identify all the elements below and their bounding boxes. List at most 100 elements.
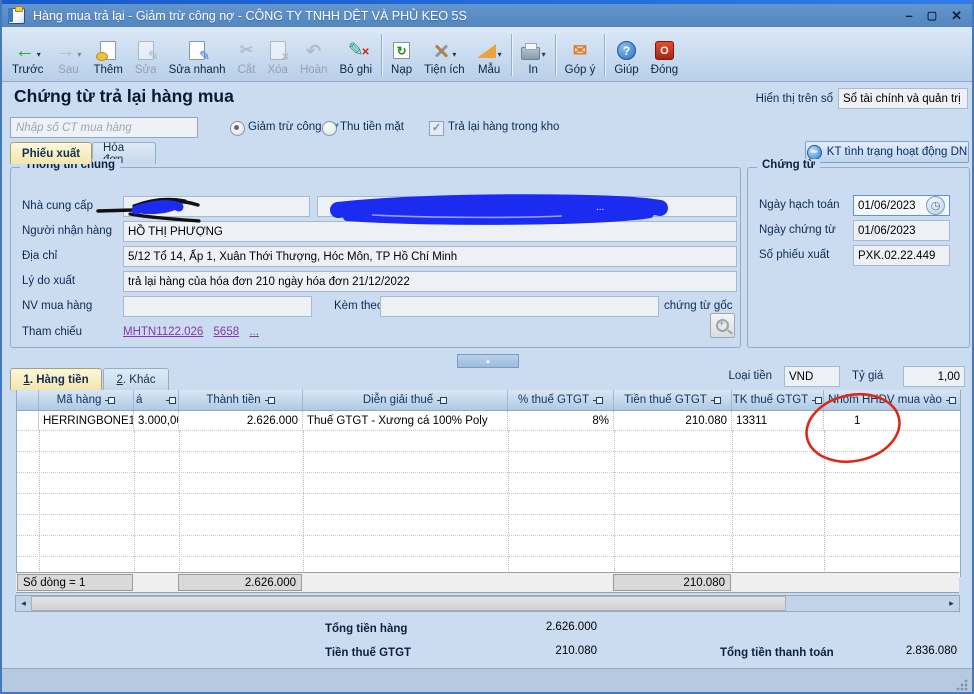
reference-link-2[interactable]: 5658 <box>214 326 240 338</box>
col-header-pct-thue[interactable]: % thuế GTGT <box>508 390 614 410</box>
checkbox-return-in-stock[interactable]: ✓ <box>429 121 444 136</box>
empty-row[interactable] <box>17 452 960 473</box>
toolbar-button-print[interactable]: ▾ In <box>515 36 552 78</box>
globe-icon <box>807 145 822 160</box>
address-label: Địa chỉ <box>22 246 57 267</box>
magnifier-plus-icon <box>716 319 729 332</box>
clock-icon[interactable]: ◷ <box>926 196 945 215</box>
dropdown-caret-icon[interactable]: ▾ <box>498 50 502 59</box>
toolbar-button-help[interactable]: ? Giúp <box>608 36 644 78</box>
doc-date-field[interactable]: 01/06/2023 <box>853 220 950 241</box>
tab-hang-tien[interactable]: 1. Hàng tiền <box>10 368 102 390</box>
radio-cash-receipt[interactable] <box>322 121 337 136</box>
pin-icon[interactable] <box>437 396 447 404</box>
supplier-code-field[interactable] <box>123 196 310 217</box>
dropdown-caret-icon[interactable]: ▾ <box>37 50 41 59</box>
horizontal-scrollbar[interactable]: ◂ ▸ <box>15 595 960 612</box>
grid-empty-area[interactable] <box>17 431 960 577</box>
splitter-collapse-button[interactable]: ▲ <box>457 354 519 368</box>
toolbar-button-feedback[interactable]: ✉ Góp ý <box>559 36 602 78</box>
delete-document-icon: ✕ <box>270 41 286 60</box>
toolbar-button-add[interactable]: Thêm <box>87 36 128 78</box>
scrollbar-thumb[interactable] <box>31 596 786 611</box>
attach-label: Kèm theo <box>334 296 383 317</box>
address-field[interactable]: 5/12 Tổ 14, Ấp 1, Xuân Thới Thượng, Hóc … <box>123 246 737 267</box>
toolbar-button-back[interactable]: ←▾ Trước <box>6 36 49 78</box>
attach-field[interactable] <box>380 296 659 317</box>
cell-tien-thue[interactable]: 210.080 <box>614 411 732 431</box>
cell-dien-giai-thue[interactable]: Thuế GTGT - Xương cá 100% Poly <box>303 411 508 431</box>
exchange-rate-field[interactable]: 1,00 <box>903 366 965 387</box>
cell-don-gia[interactable]: 3.000,00 <box>134 411 179 431</box>
empty-row[interactable] <box>17 515 960 536</box>
reference-zoom-button[interactable] <box>710 313 735 338</box>
scroll-right-icon[interactable]: ▸ <box>944 596 959 611</box>
dropdown-caret-icon[interactable]: ▾ <box>452 50 456 59</box>
tab-phieu-xuat[interactable]: Phiếu xuất <box>10 142 92 164</box>
pin-icon[interactable] <box>265 396 275 404</box>
toolbar-button-edit: ✎ Sửa <box>129 36 163 78</box>
col-header-nhom-hhdv[interactable]: Nhóm HHDV mua vào <box>824 390 960 410</box>
row-gutter[interactable] <box>17 411 39 431</box>
reference-link-1[interactable]: MHTN1122.026 <box>123 326 203 338</box>
toolbar-separator <box>381 34 382 76</box>
cell-ma-hang[interactable]: HERRINGBONE100 <box>39 411 134 431</box>
empty-row[interactable] <box>17 536 960 557</box>
tab-khac[interactable]: 2. Khác <box>103 368 169 390</box>
toolbar-button-close[interactable]: O Đóng <box>645 36 685 78</box>
envelope-icon: ✉ <box>573 42 587 60</box>
toolbar-button-template[interactable]: ▾ Mẫu <box>471 36 508 78</box>
col-header-don-gia[interactable]: á <box>134 390 179 410</box>
toolbar-button-quick-edit[interactable]: ✎ Sửa nhanh <box>163 36 232 78</box>
cell-tk-thue[interactable]: 13311 <box>732 411 824 431</box>
close-icon[interactable]: ✕ <box>951 8 962 24</box>
toolbar-button-reload[interactable]: ↻ Nạp <box>385 36 418 78</box>
currency-field[interactable]: VND <box>784 366 840 387</box>
page-title: Chứng từ trả lại hàng mua <box>14 86 234 107</box>
maximize-icon[interactable]: ▢ <box>927 8 937 24</box>
col-header-thanh-tien[interactable]: Thành tiền <box>179 390 303 410</box>
radio-debt-reduction[interactable] <box>230 121 245 136</box>
posting-date-field[interactable]: 01/06/2023◷ <box>853 195 950 216</box>
cell-nhom-hhdv[interactable]: 1 <box>824 411 960 431</box>
supplier-name-field[interactable] <box>317 196 737 217</box>
col-header-tien-thue[interactable]: Tiền thuế GTGT <box>614 390 732 410</box>
col-header-dien-giai-thue[interactable]: Diễn giải thuế <box>303 390 508 410</box>
reference-link-more[interactable]: ... <box>249 326 259 338</box>
toolbar-button-unpost[interactable]: ✎✕ Bỏ ghi <box>333 36 378 78</box>
toolbar-button-utilities[interactable]: ▾ Tiện ích <box>418 36 470 78</box>
pin-icon[interactable] <box>166 396 176 404</box>
forward-arrow-icon: → <box>55 40 75 62</box>
scroll-left-icon[interactable]: ◂ <box>16 596 31 611</box>
reason-field[interactable]: trả lại hàng của hóa đơn 210 ngày hóa đơ… <box>123 271 737 292</box>
col-header-gutter <box>17 390 39 410</box>
grid-data-row: HERRINGBONE100 3.000,00 2.626.000 Thuế G… <box>17 411 960 431</box>
receiver-field[interactable]: HỒ THỊ PHƯỢNG <box>123 221 737 242</box>
display-on-book-field[interactable]: Sổ tài chính và quản trị <box>838 88 968 109</box>
toolbar-separator <box>511 34 512 76</box>
buyer-label: NV mua hàng <box>22 296 92 317</box>
pin-icon[interactable] <box>812 396 822 404</box>
doc-date-label: Ngày chứng từ <box>759 220 836 241</box>
kt-status-button[interactable]: KT tình trạng hoạt động DN <box>805 141 969 163</box>
col-header-ma-hang[interactable]: Mã hàng <box>39 390 134 410</box>
dropdown-caret-icon[interactable]: ▾ <box>542 50 546 59</box>
empty-row[interactable] <box>17 431 960 452</box>
total-payment-label: Tổng tiền thanh toán <box>720 647 834 659</box>
empty-row[interactable] <box>17 473 960 494</box>
pin-icon[interactable] <box>105 396 115 404</box>
buyer-field[interactable] <box>123 296 312 317</box>
col-header-tk-thue[interactable]: TK thuế GTGT <box>732 390 824 410</box>
pin-icon[interactable] <box>946 396 956 404</box>
cell-pct-thue[interactable]: 8% <box>508 411 614 431</box>
reference-label: Tham chiếu <box>22 322 82 343</box>
pin-icon[interactable] <box>711 396 721 404</box>
printer-icon <box>521 47 540 60</box>
purchase-ct-number-input[interactable] <box>10 117 198 138</box>
resize-grip[interactable] <box>956 679 968 691</box>
slip-no-field[interactable]: PXK.02.22.449 <box>853 245 950 266</box>
cell-thanh-tien[interactable]: 2.626.000 <box>179 411 303 431</box>
pin-icon[interactable] <box>593 396 603 404</box>
minimize-icon[interactable]: – <box>905 8 912 24</box>
empty-row[interactable] <box>17 494 960 515</box>
